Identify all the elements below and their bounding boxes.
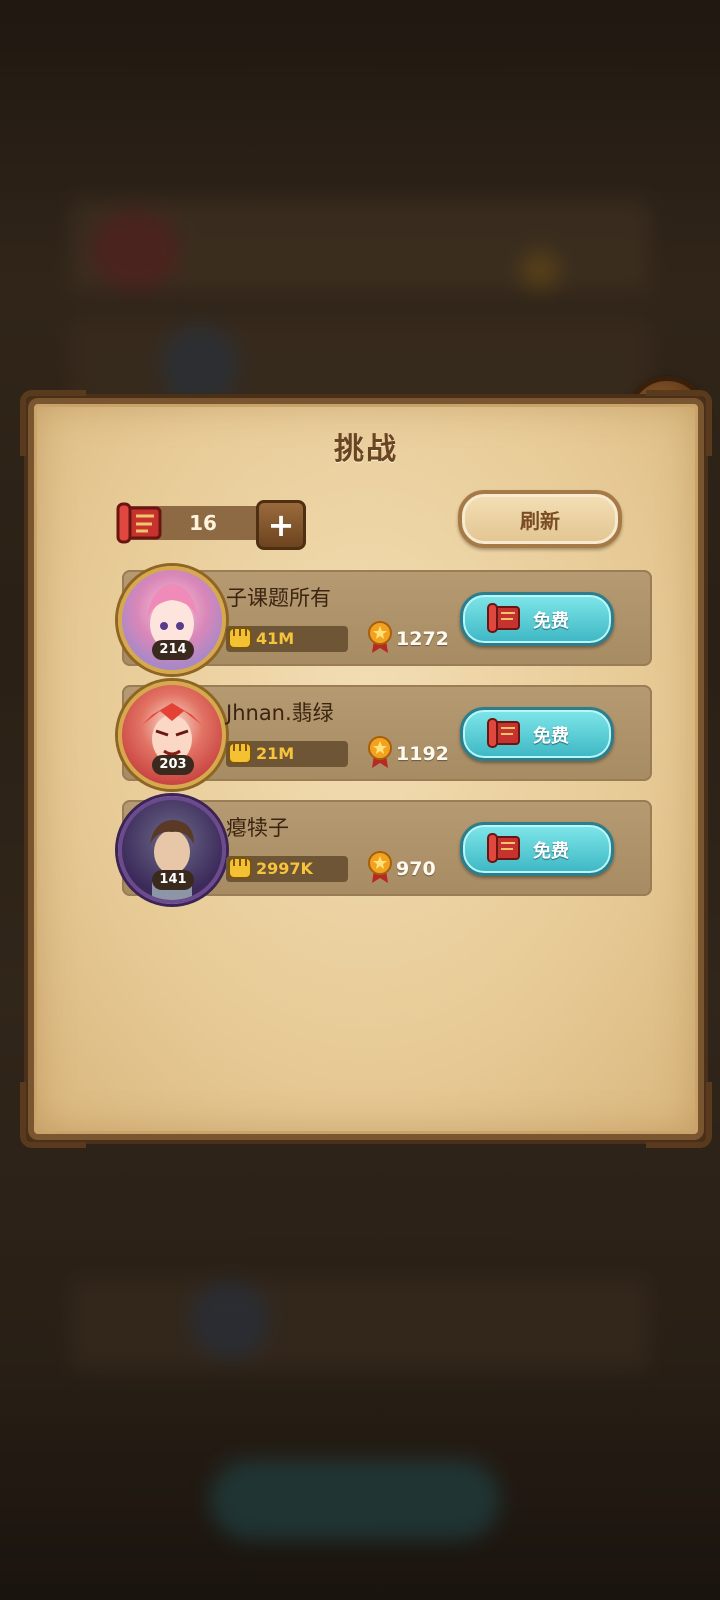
medal-icon [368,736,392,768]
dialog-title: 挑战 [334,432,398,467]
challenge-dialog: 挑战 16 + 刷新 214 子课题所有 41M 1272 免费 203 Jhn… [20,390,712,1148]
frame-corner [20,1082,86,1148]
refresh-button[interactable]: 刷新 [458,490,622,548]
free-challenge-button[interactable]: 免费 [460,707,614,761]
add-ticket-button[interactable]: + [256,500,306,550]
fist-icon [228,627,252,649]
free-label: 免费 [533,611,569,632]
level-badge: 141 [152,870,194,890]
power-value: 21M [256,744,295,763]
medal-icon [368,621,392,653]
opponent-row: 141 瘪犊子 2997K 970 免费 [118,796,652,904]
level-badge: 203 [152,755,194,775]
rank-score: 970 [396,858,436,880]
opponent-row: 203 Jhnan.翡绿 21M 1192 免费 [118,681,652,789]
opponent-name: 瘪犊子 [226,816,289,840]
free-label: 免费 [533,841,569,862]
scroll-ticket-icon [487,718,520,748]
frame-corner [646,1082,712,1148]
free-label: 免费 [533,726,569,747]
rank-score: 1272 [396,628,449,650]
fist-icon [228,742,252,764]
opponent-name: 子课题所有 [226,586,331,610]
scroll-ticket-icon [487,603,520,633]
fist-icon [228,857,252,879]
power-value: 2997K [256,859,313,878]
power-value: 41M [256,629,295,648]
rank-score: 1192 [396,743,449,765]
free-challenge-button[interactable]: 免费 [460,592,614,646]
opponent-name: Jhnan.翡绿 [226,701,334,725]
medal-icon [368,851,392,883]
opponent-row: 214 子课题所有 41M 1272 免费 [118,566,652,674]
free-challenge-button[interactable]: 免费 [460,822,614,876]
scroll-ticket-icon [487,833,520,863]
scroll-ticket-icon [116,502,162,544]
level-badge: 214 [152,640,194,660]
